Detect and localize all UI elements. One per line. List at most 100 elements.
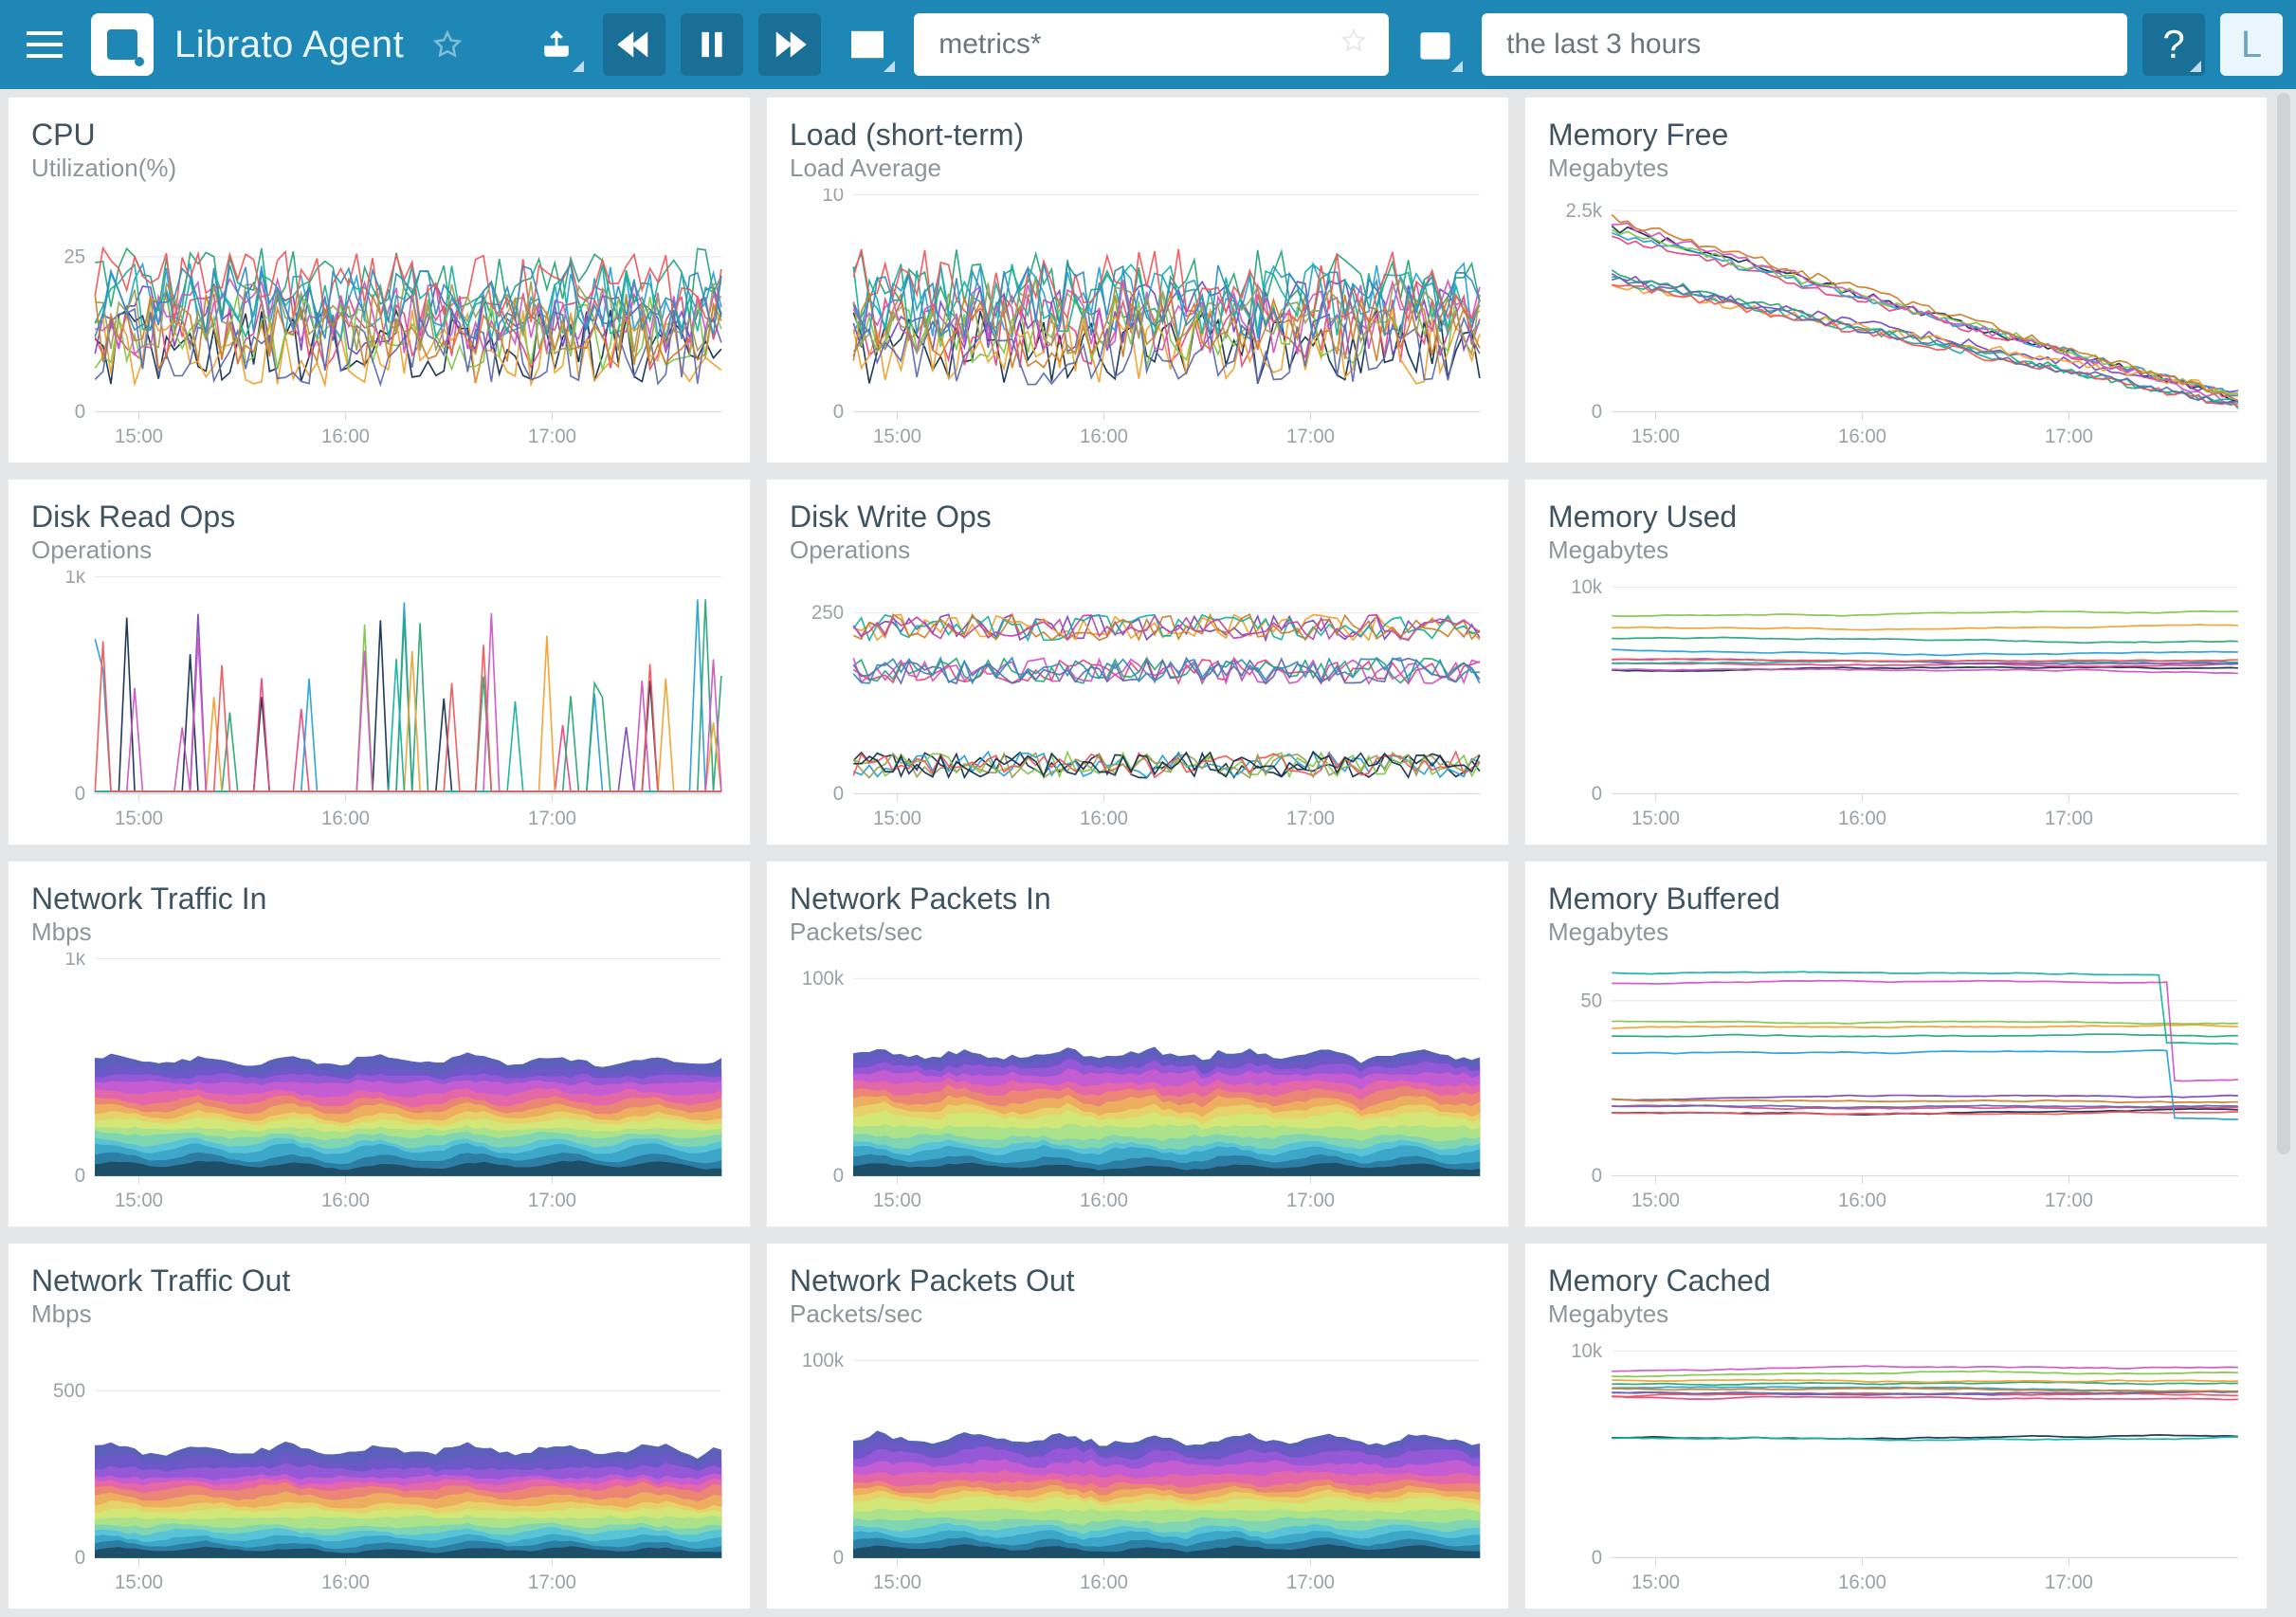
chart-panel-load[interactable]: Load (short-term) Load Average 01015:001…	[766, 97, 1509, 463]
chart-panel-cpu[interactable]: CPU Utilization(%) 02515:0016:0017:00	[8, 97, 751, 463]
forward-button[interactable]	[758, 13, 821, 76]
calendar-button[interactable]	[1404, 13, 1467, 76]
svg-text:100k: 100k	[802, 967, 845, 990]
star-icon	[433, 30, 462, 59]
logo-square-icon	[107, 29, 137, 60]
svg-text:100k: 100k	[802, 1349, 845, 1372]
chart-body: 0100k15:0016:0017:00	[790, 953, 1485, 1219]
chart-svg: 01k15:0016:0017:00	[31, 953, 727, 1219]
chart-title: Memory Used	[1548, 500, 2244, 534]
svg-text:50: 50	[1580, 990, 1602, 1012]
svg-text:17:00: 17:00	[1286, 1572, 1335, 1594]
chart-body: 02.5k15:0016:0017:00	[1548, 189, 2244, 455]
chart-title: Network Packets In	[790, 882, 1485, 916]
vertical-scrollbar[interactable]	[2275, 93, 2292, 1611]
svg-text:0: 0	[833, 1165, 844, 1188]
top-bar: Librato Agent ? L	[0, 0, 2296, 89]
share-button[interactable]	[525, 13, 588, 76]
svg-text:0: 0	[1592, 1165, 1602, 1188]
hamburger-icon	[27, 30, 63, 59]
chart-body: 0 50 15:00 16:00 17:00	[1548, 953, 2244, 1219]
chart-body: 02515:0016:0017:00	[31, 189, 727, 455]
chart-panel-net_in[interactable]: Network Traffic In Mbps 01k15:0016:0017:…	[8, 861, 751, 1227]
svg-text:15:00: 15:00	[873, 426, 921, 448]
help-button[interactable]: ?	[2142, 13, 2205, 76]
rewind-button[interactable]	[603, 13, 665, 76]
svg-text:17:00: 17:00	[528, 1190, 576, 1212]
user-avatar[interactable]: L	[2220, 13, 2283, 76]
chart-subtitle: Operations	[31, 536, 727, 565]
svg-text:15:00: 15:00	[1631, 426, 1680, 448]
pause-button[interactable]	[681, 13, 743, 76]
svg-text:16:00: 16:00	[1838, 808, 1886, 830]
svg-text:0: 0	[75, 1547, 85, 1570]
svg-text:10k: 10k	[1571, 576, 1602, 599]
calendar-icon	[1419, 28, 1451, 61]
chart-subtitle: Load Average	[790, 154, 1485, 183]
svg-text:16:00: 16:00	[1080, 1572, 1128, 1594]
svg-text:500: 500	[53, 1379, 85, 1402]
chart-title: Memory Free	[1548, 118, 2244, 152]
svg-text:16:00: 16:00	[321, 1190, 370, 1212]
chart-subtitle: Mbps	[31, 918, 727, 947]
svg-text:0: 0	[1592, 1547, 1602, 1570]
chart-body: 01015:0016:0017:00	[790, 189, 1485, 455]
svg-text:17:00: 17:00	[2045, 426, 2093, 448]
svg-text:15:00: 15:00	[873, 1572, 921, 1594]
chart-body: 025015:0016:0017:00	[790, 571, 1485, 837]
svg-text:16:00: 16:00	[321, 808, 370, 830]
svg-text:0: 0	[833, 1547, 844, 1570]
chart-svg: 01k15:0016:0017:00	[31, 571, 727, 837]
time-range-input[interactable]	[1504, 27, 2105, 62]
time-range[interactable]	[1482, 13, 2127, 76]
chart-title: Network Packets Out	[790, 1264, 1485, 1298]
chart-panel-mem_buf[interactable]: Memory Buffered Megabytes 05015:0016:001…	[1524, 861, 2268, 1227]
chart-svg: 02.5k15:0016:0017:00	[1548, 189, 2244, 455]
chart-panel-pkt_out[interactable]: Network Packets Out Packets/sec 0100k15:…	[766, 1243, 1509, 1609]
favorite-dashboard[interactable]	[428, 30, 466, 59]
chart-body: 010k15:0016:0017:00	[1548, 571, 2244, 837]
svg-text:17:00: 17:00	[1286, 426, 1335, 448]
chart-subtitle: Megabytes	[1548, 1299, 2244, 1329]
chart-panel-disk_w[interactable]: Disk Write Ops Operations 025015:0016:00…	[766, 479, 1509, 845]
svg-text:17:00: 17:00	[1286, 808, 1335, 830]
svg-text:16:00: 16:00	[1838, 1190, 1886, 1212]
chart-panel-mem_free[interactable]: Memory Free Megabytes 02.5k15:0016:0017:…	[1524, 97, 2268, 463]
chart-subtitle: Operations	[790, 536, 1485, 565]
chart-panel-mem_cache[interactable]: Memory Cached Megabytes 010k15:0016:0017…	[1524, 1243, 2268, 1609]
chart-subtitle: Utilization(%)	[31, 154, 727, 183]
svg-text:1k: 1k	[65, 953, 86, 970]
metrics-search-input[interactable]	[937, 27, 1332, 62]
metrics-search[interactable]	[914, 13, 1389, 76]
layout-button[interactable]	[836, 13, 899, 76]
app-logo[interactable]	[91, 13, 154, 76]
logo-dot-icon	[135, 57, 144, 66]
menu-button[interactable]	[13, 13, 76, 76]
chart-body: 01k15:0016:0017:00	[31, 953, 727, 1219]
svg-text:0: 0	[1592, 401, 1602, 424]
svg-text:0: 0	[75, 1165, 85, 1188]
svg-text:17:00: 17:00	[2045, 1190, 2093, 1212]
chart-title: CPU	[31, 118, 727, 152]
chart-panel-net_out[interactable]: Network Traffic Out Mbps 050015:0016:001…	[8, 1243, 751, 1609]
svg-text:10: 10	[822, 189, 844, 206]
svg-text:16:00: 16:00	[1838, 426, 1886, 448]
chart-title: Disk Write Ops	[790, 500, 1485, 534]
chart-body: 0 100k 15:00 16:00 17:00	[790, 1335, 1485, 1601]
chart-panel-pkt_in[interactable]: Network Packets In Packets/sec 0100k15:0…	[766, 861, 1509, 1227]
svg-text:16:00: 16:00	[1080, 1190, 1128, 1212]
svg-text:15:00: 15:00	[873, 1190, 921, 1212]
chart-subtitle: Megabytes	[1548, 918, 2244, 947]
chart-title: Network Traffic In	[31, 882, 727, 916]
chart-svg: 050015:0016:0017:00	[31, 1335, 727, 1601]
chart-title: Load (short-term)	[790, 118, 1485, 152]
chart-panel-mem_used[interactable]: Memory Used Megabytes 010k15:0016:0017:0…	[1524, 479, 2268, 845]
svg-text:0: 0	[1592, 783, 1602, 806]
chart-svg: 025015:0016:0017:00	[790, 571, 1485, 837]
chart-panel-disk_r[interactable]: Disk Read Ops Operations 01k15:0016:0017…	[8, 479, 751, 845]
chart-svg: 010k15:0016:0017:00	[1548, 1335, 2244, 1601]
scrollbar-thumb[interactable]	[2277, 93, 2290, 1154]
chart-title: Disk Read Ops	[31, 500, 727, 534]
chart-svg: 010k15:0016:0017:00	[1548, 571, 2244, 837]
svg-text:15:00: 15:00	[1631, 1190, 1680, 1212]
